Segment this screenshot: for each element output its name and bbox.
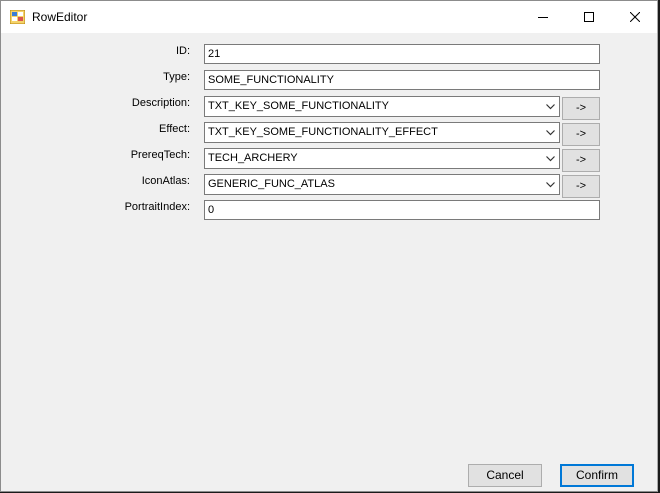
type-field[interactable]: SOME_FUNCTIONALITY bbox=[204, 70, 600, 90]
maximize-button[interactable] bbox=[566, 1, 612, 33]
title-bar[interactable]: RowEditor bbox=[1, 1, 657, 33]
close-button[interactable] bbox=[612, 1, 658, 33]
effect-combobox[interactable]: TXT_KEY_SOME_FUNCTIONALITY_EFFECT bbox=[204, 122, 560, 143]
portrait-index-label: PortraitIndex: bbox=[124, 201, 190, 213]
chevron-down-icon[interactable] bbox=[543, 149, 557, 168]
prereq-tech-label: PrereqTech: bbox=[130, 149, 190, 161]
description-goto-button[interactable]: -> bbox=[562, 97, 600, 120]
prereq-tech-value: TECH_ARCHERY bbox=[208, 152, 298, 164]
description-combobox[interactable]: TXT_KEY_SOME_FUNCTIONALITY bbox=[204, 96, 560, 117]
icon-atlas-combobox[interactable]: GENERIC_FUNC_ATLAS bbox=[204, 174, 560, 195]
window-title: RowEditor bbox=[32, 10, 88, 24]
minimize-icon bbox=[538, 17, 548, 18]
description-label: Description: bbox=[131, 97, 190, 109]
minimize-button[interactable] bbox=[520, 1, 566, 33]
maximize-icon bbox=[584, 12, 594, 22]
effect-label: Effect: bbox=[159, 123, 190, 135]
chevron-down-icon[interactable] bbox=[543, 123, 557, 142]
cancel-button[interactable]: Cancel bbox=[468, 464, 542, 487]
portrait-index-field[interactable]: 0 bbox=[204, 200, 600, 220]
app-icon bbox=[10, 10, 25, 24]
prereq-tech-combobox[interactable]: TECH_ARCHERY bbox=[204, 148, 560, 169]
description-value: TXT_KEY_SOME_FUNCTIONALITY bbox=[208, 100, 389, 112]
type-label: Type: bbox=[163, 71, 190, 83]
id-field[interactable]: 21 bbox=[204, 44, 600, 64]
chevron-down-icon[interactable] bbox=[543, 175, 557, 194]
prereq-tech-goto-button[interactable]: -> bbox=[562, 149, 600, 172]
icon-atlas-label: IconAtlas: bbox=[141, 175, 190, 187]
effect-value: TXT_KEY_SOME_FUNCTIONALITY_EFFECT bbox=[208, 126, 438, 138]
row-editor-window: RowEditor ID: 21 Type: SOME_FUNCTIONALIT… bbox=[0, 0, 658, 492]
effect-goto-button[interactable]: -> bbox=[562, 123, 600, 146]
icon-atlas-value: GENERIC_FUNC_ATLAS bbox=[208, 178, 335, 190]
icon-atlas-goto-button[interactable]: -> bbox=[562, 175, 600, 198]
confirm-button[interactable]: Confirm bbox=[560, 464, 634, 487]
close-icon bbox=[630, 12, 640, 22]
chevron-down-icon[interactable] bbox=[543, 97, 557, 116]
id-label: ID: bbox=[175, 45, 190, 57]
